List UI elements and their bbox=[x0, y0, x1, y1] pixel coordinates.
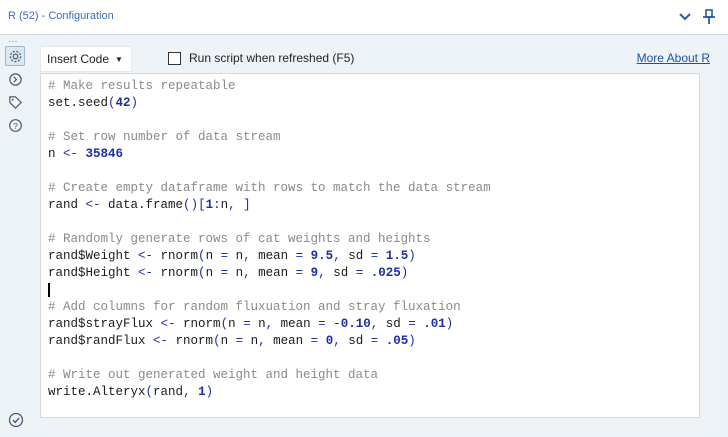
run-script-checkbox[interactable] bbox=[168, 51, 181, 65]
code-line[interactable] bbox=[48, 112, 699, 129]
code-line[interactable]: rand$strayFlux <- rnorm(n = n, mean = -0… bbox=[48, 316, 699, 333]
run-script-label: Run script when refreshed (F5) bbox=[189, 51, 355, 65]
code-line[interactable]: # Randomly generate rows of cat weights … bbox=[48, 231, 699, 248]
insert-code-label: Insert Code bbox=[47, 52, 110, 66]
code-editor[interactable]: # Make results repeatable set.seed(42) # … bbox=[40, 73, 700, 418]
caret-down-icon: ▼ bbox=[115, 54, 123, 64]
code-line[interactable]: # Write out generated weight and height … bbox=[48, 367, 699, 384]
code-line[interactable]: # Create empty dataframe with rows to ma… bbox=[48, 180, 699, 197]
help-icon[interactable]: ? bbox=[5, 115, 25, 135]
window-title: R (52) - Configuration bbox=[8, 10, 114, 22]
chevron-down-icon[interactable] bbox=[676, 8, 694, 26]
code-line[interactable]: rand$randFlux <- rnorm(n = n, mean = 0, … bbox=[48, 333, 699, 350]
pin-icon[interactable] bbox=[700, 8, 718, 26]
code-line[interactable]: rand$Weight <- rnorm(n = n, mean = 9.5, … bbox=[48, 248, 699, 265]
run-script-checkbox-row[interactable]: Run script when refreshed (F5) bbox=[168, 51, 354, 65]
code-line[interactable]: rand$Height <- rnorm(n = n, mean = 9, sd… bbox=[48, 265, 699, 282]
gear-icon[interactable] bbox=[5, 46, 25, 66]
code-line[interactable] bbox=[48, 282, 699, 299]
text-cursor bbox=[48, 282, 50, 297]
configuration-panel: Insert Code ▼ Run script when refreshed … bbox=[38, 42, 710, 430]
code-line[interactable]: n <- 35846 bbox=[48, 146, 699, 163]
left-rail: ? bbox=[0, 42, 32, 437]
code-line[interactable]: write.Alteryx(rand, 1) bbox=[48, 384, 699, 401]
connection-icon[interactable] bbox=[5, 69, 25, 89]
code-line[interactable]: # Make results repeatable bbox=[48, 78, 699, 95]
insert-code-button[interactable]: Insert Code ▼ bbox=[40, 46, 132, 72]
code-line[interactable] bbox=[48, 163, 699, 180]
code-line[interactable]: # Add columns for random fluxuation and … bbox=[48, 299, 699, 316]
window-header: R (52) - Configuration bbox=[0, 0, 728, 35]
more-about-r-link[interactable]: More About R bbox=[637, 51, 710, 65]
code-line[interactable]: set.seed(42) bbox=[48, 95, 699, 112]
check-circle-icon bbox=[8, 412, 24, 428]
tag-icon[interactable] bbox=[5, 92, 25, 112]
code-line[interactable]: # Set row number of data stream bbox=[48, 129, 699, 146]
svg-text:?: ? bbox=[13, 120, 18, 130]
code-line[interactable]: rand <- data.frame()[1:n, ] bbox=[48, 197, 699, 214]
code-line[interactable] bbox=[48, 350, 699, 367]
code-line[interactable] bbox=[48, 214, 699, 231]
